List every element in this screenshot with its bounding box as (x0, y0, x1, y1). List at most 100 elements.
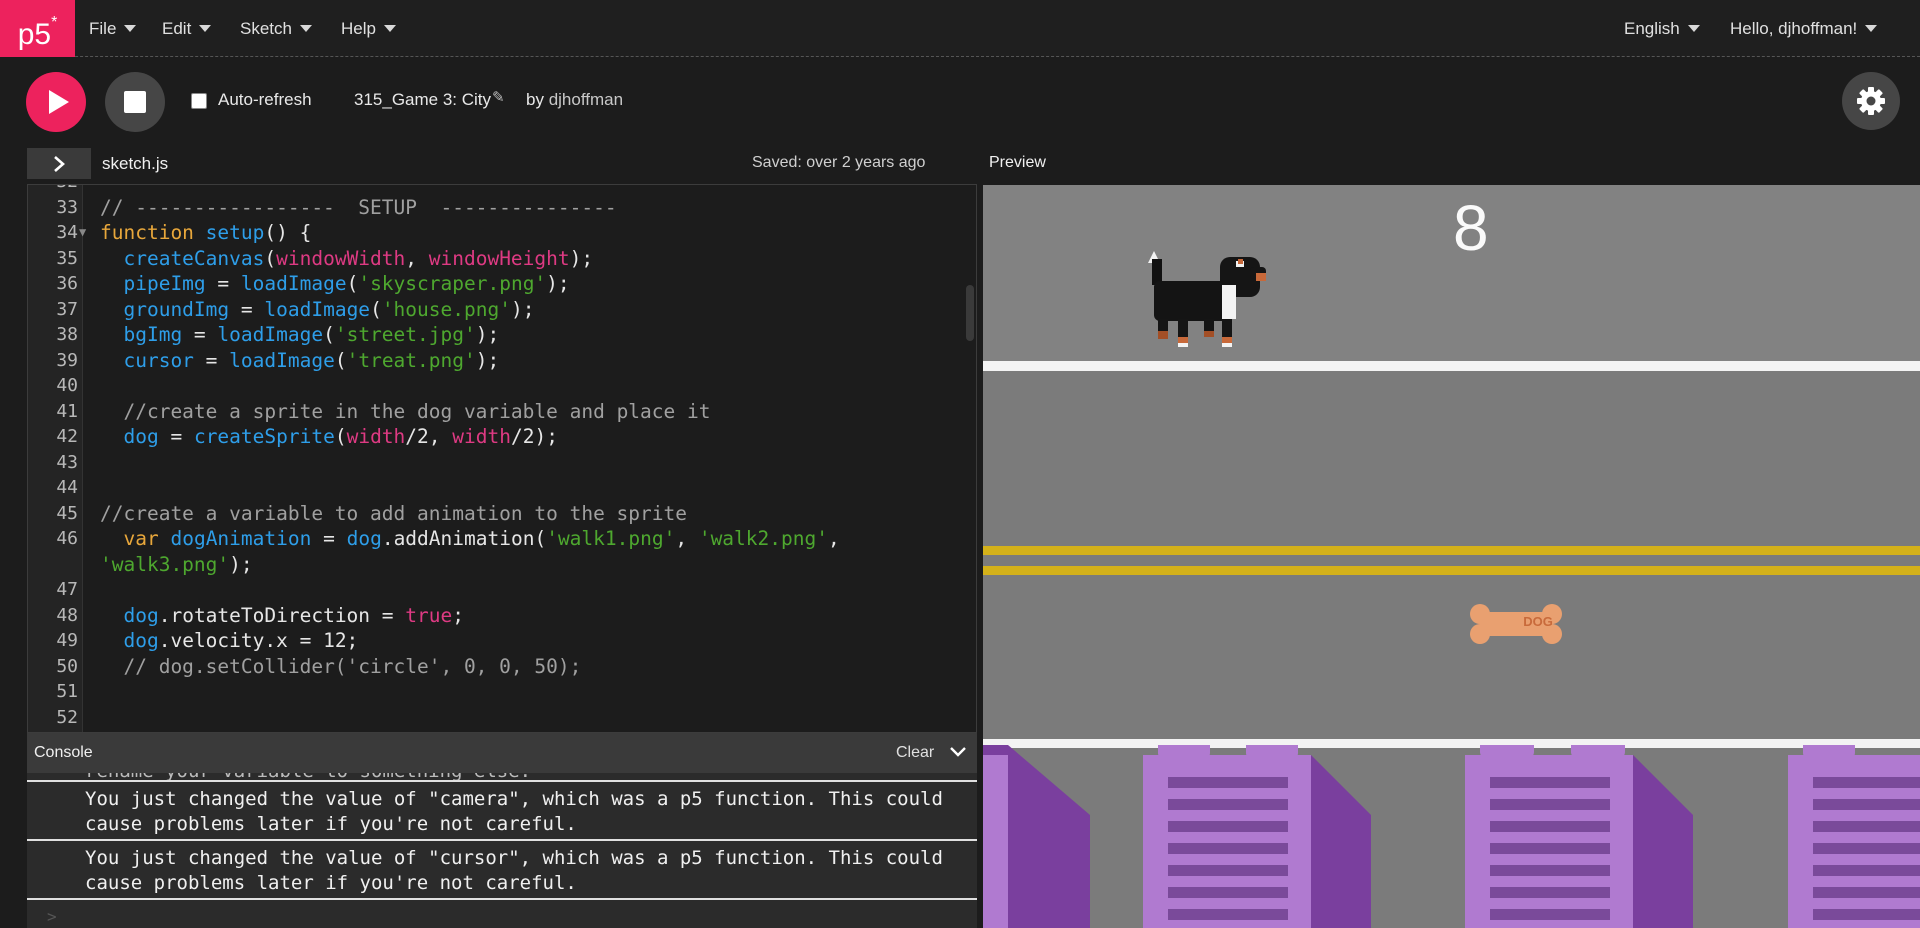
editor-scrollbar[interactable] (966, 285, 974, 341)
chevron-right-icon (54, 156, 65, 172)
code-token: 'walk3.png' (100, 552, 230, 576)
dog-sprite (1148, 251, 1266, 347)
file-tab-sketch-js[interactable]: sketch.js (102, 154, 168, 174)
code-token: loadImage (240, 272, 347, 295)
menu-file[interactable]: File (89, 0, 137, 57)
menu-help[interactable]: Help (341, 0, 396, 57)
console-prompt-icon[interactable]: > (47, 907, 57, 926)
code-text: pipeImg = loadImage('skyscraper.png'); (100, 271, 570, 297)
line-number: 48 (56, 604, 78, 626)
fold-triangle-icon[interactable]: ▼ (79, 220, 86, 246)
chevron-down-icon (1687, 25, 1700, 32)
code-text: // dog.setCollider('circle', 0, 0, 50); (100, 654, 581, 680)
code-token: /2, (405, 425, 453, 448)
code-token: ( (323, 323, 335, 346)
line-number: 47 (56, 579, 78, 600)
console-clear-button[interactable]: Clear (896, 744, 934, 762)
code-token: width (452, 425, 511, 448)
code-token: 'treat.png' (346, 348, 476, 372)
code-text: dog.velocity.x = 12; (100, 628, 358, 654)
code-token: 'street.jpg' (334, 323, 476, 346)
code-editor[interactable]: 3233 // ----------------- SETUP ---------… (27, 184, 977, 733)
code-token: .addAnimation( (381, 527, 547, 550)
stop-button[interactable] (105, 72, 165, 132)
code-token: = (158, 425, 194, 448)
code-token: groundImg (123, 297, 230, 321)
code-token: () { (264, 221, 312, 244)
chevron-down-icon (383, 25, 396, 32)
top-nav: p5* File Edit Sketch Help English Hello,… (0, 0, 1920, 57)
chevron-down-icon (1865, 25, 1878, 32)
code-text: bgImg = loadImage('street.jpg'); (100, 322, 499, 348)
language-selector[interactable]: English (1624, 0, 1700, 57)
line-number: 35 (56, 247, 78, 269)
code-token: loadImage (264, 297, 371, 321)
chevron-down-icon (299, 25, 312, 32)
code-text: createCanvas(windowWidth, windowHeight); (100, 246, 593, 272)
line-number: 34 (56, 222, 78, 243)
code-text: var dogAnimation = dog.addAnimation('wal… (100, 526, 839, 552)
code-token: , (675, 527, 699, 550)
menu-sketch[interactable]: Sketch (240, 0, 312, 57)
settings-button[interactable] (1842, 72, 1900, 130)
sidebar-toggle-button[interactable] (27, 148, 91, 179)
code-token: cursor (123, 348, 194, 372)
code-text: //create a sprite in the dog variable an… (100, 399, 710, 425)
p5-logo[interactable]: p5* (0, 0, 75, 57)
author-link[interactable]: djhoffman (549, 90, 623, 109)
account-menu[interactable]: Hello, djhoffman! (1730, 0, 1878, 57)
console-separator (27, 898, 977, 900)
code-token: = (193, 348, 230, 372)
sketch-name[interactable]: 315_Game 3: City (354, 90, 491, 110)
console-separator (27, 780, 977, 782)
sketch-preview-canvas[interactable]: 8 DOG (983, 185, 1920, 928)
code-token: = (311, 527, 347, 550)
code-token: 'walk2.png' (698, 527, 828, 550)
code-token: //create a variable to add animation to … (100, 501, 687, 525)
line-number: 49 (56, 630, 78, 651)
menu-edit[interactable]: Edit (162, 0, 212, 57)
code-token: ); (510, 297, 535, 321)
code-token: loadImage (229, 348, 335, 372)
code-token: .velocity.x = 12; (158, 629, 359, 652)
sidewalk (983, 185, 1920, 361)
gear-icon (1857, 87, 1885, 115)
line-number: 38 (56, 324, 78, 345)
code-token: ( (334, 425, 347, 448)
code-token: ); (546, 272, 570, 295)
console-message: You just changed the value of "cursor", … (85, 847, 955, 894)
code-token: dog (123, 629, 159, 652)
lane-line-yellow (983, 546, 1920, 555)
code-text: groundImg = loadImage('house.png'); (100, 297, 534, 323)
p5-web-editor: p5* File Edit Sketch Help English Hello,… (0, 0, 1920, 928)
code-token: 'skyscraper.png' (358, 272, 547, 295)
code-token: .rotateToDirection = (158, 603, 406, 627)
pencil-icon[interactable]: ✎ (492, 88, 505, 106)
line-number: 42 (56, 426, 78, 447)
code-text: dog = createSprite(width/2, width/2); (100, 424, 557, 450)
code-token: = (205, 272, 241, 295)
saved-status: Saved: over 2 years ago (752, 154, 926, 171)
play-button[interactable] (26, 72, 86, 132)
sketch-byline: by djhoffman (526, 90, 624, 109)
line-number: 40 (56, 375, 78, 396)
line-number: 44 (56, 477, 78, 498)
line-number: 46 (56, 528, 78, 549)
preview-label: Preview (989, 154, 1046, 171)
chevron-down-icon[interactable] (949, 745, 967, 759)
code-token: setup (205, 221, 265, 244)
chevron-down-icon (124, 25, 137, 32)
auto-refresh-checkbox[interactable] (191, 93, 207, 109)
line-number: 45 (56, 502, 78, 524)
line-number: 39 (56, 349, 78, 371)
line-number: 32 (28, 185, 78, 195)
console-header: Console Clear (27, 733, 977, 773)
auto-refresh-label[interactable]: Auto-refresh (218, 90, 312, 110)
